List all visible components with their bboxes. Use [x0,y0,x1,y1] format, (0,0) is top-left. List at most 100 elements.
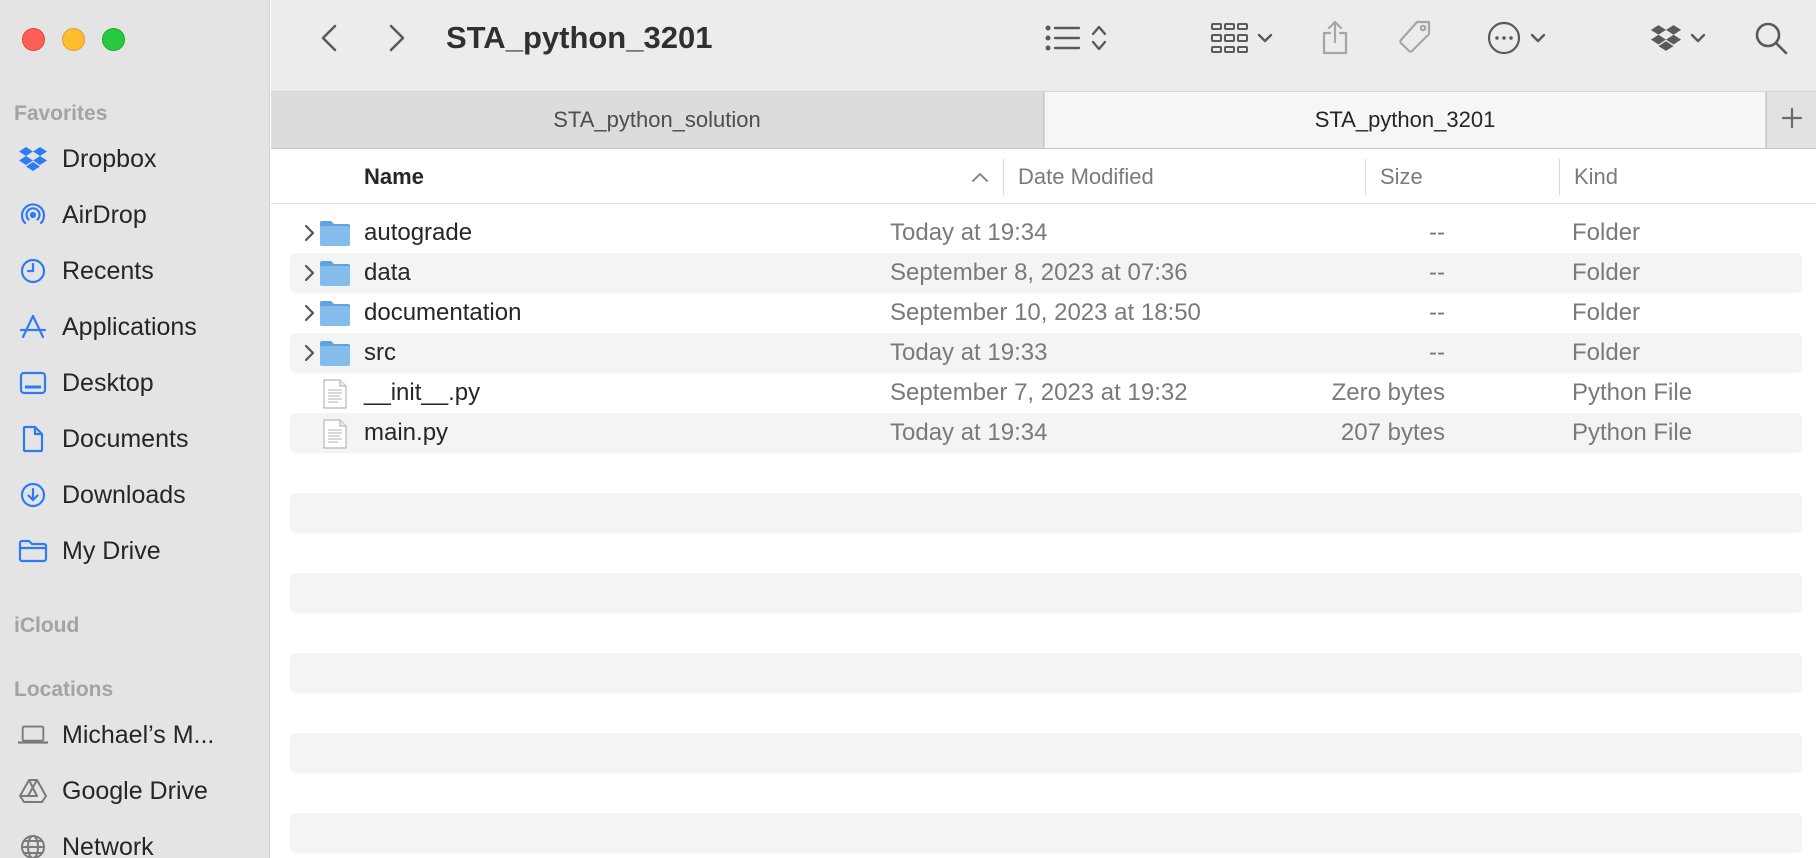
more-actions-button[interactable] [1479,20,1553,60]
column-header-row: Name Date Modified Size Kind [271,149,1816,204]
disclosure-chevron-icon[interactable] [297,341,321,365]
desktop-icon [18,368,48,398]
sidebar-item-label: Network [62,832,154,858]
file-name: autograde [364,219,473,246]
sidebar-item-google-drive[interactable]: Google Drive [0,766,268,816]
column-header-date-modified[interactable]: Date Modified [1018,149,1154,204]
disclosure-chevron-icon[interactable] [297,221,321,245]
file-size: -- [1429,259,1445,286]
view-mode-button[interactable] [1035,20,1117,60]
chevron-left-icon [320,23,338,58]
empty-row [290,573,1802,613]
file-row-documentation[interactable]: documentation September 10, 2023 at 18:5… [290,293,1802,333]
sidebar-item-this-mac[interactable]: Michael’s M... [0,710,268,760]
zoom-window-button[interactable] [102,28,125,51]
folder-icon [319,339,351,367]
share-icon [1320,20,1350,61]
list-view-icon [1045,24,1081,57]
file-row-autograde[interactable]: autograde Today at 19:34 -- Folder [290,213,1802,253]
download-icon [18,480,48,510]
group-button[interactable] [1205,20,1279,60]
applications-icon [18,312,48,342]
sidebar-item-network[interactable]: Network [0,822,268,858]
file-row-data[interactable]: data September 8, 2023 at 07:36 -- Folde… [290,253,1802,293]
sidebar-item-label: Documents [62,424,189,453]
google-drive-icon [18,776,48,806]
empty-row [290,813,1802,853]
file-date: September 10, 2023 at 18:50 [890,299,1201,326]
file-size: -- [1429,219,1445,246]
column-divider[interactable] [1559,159,1560,195]
file-date: Today at 19:33 [890,339,1048,366]
file-name: __init__.py [364,379,481,406]
sidebar-item-my-drive[interactable]: My Drive [0,526,268,576]
column-header-kind[interactable]: Kind [1574,149,1618,204]
tag-button[interactable] [1393,18,1437,62]
sort-ascending-icon [971,149,989,204]
sidebar-item-recents[interactable]: Recents [0,246,268,296]
file-kind: Python File [1572,379,1693,406]
file-kind: Folder [1572,299,1641,326]
sidebar-item-label: Dropbox [62,144,157,173]
window-controls [22,28,125,51]
column-header-name[interactable]: Name [364,149,424,204]
sidebar-item-label: My Drive [62,536,161,565]
search-button[interactable] [1751,20,1791,60]
file-kind: Python File [1572,419,1693,446]
tab-label: STA_python_solution [553,107,761,132]
empty-row [290,653,1802,693]
file-size: Zero bytes [1331,379,1445,406]
dropbox-menu-button[interactable] [1643,20,1713,60]
search-icon [1754,21,1788,60]
locations-section-label[interactable]: Locations [14,678,113,702]
file-list: autograde Today at 19:34 -- Folder data … [271,204,1816,858]
toolbar: STA_python_3201 [271,0,1816,92]
close-window-button[interactable] [22,28,45,51]
sidebar-item-airdrop[interactable]: AirDrop [0,190,268,240]
sidebar-item-downloads[interactable]: Downloads [0,470,268,520]
column-header-size[interactable]: Size [1380,149,1423,204]
tab-sta-python-solution[interactable]: STA_python_solution [271,92,1044,148]
sidebar-item-label: Applications [62,312,197,341]
new-tab-button[interactable] [1766,92,1816,148]
file-kind: Folder [1572,339,1641,366]
sidebar-item-documents[interactable]: Documents [0,414,268,464]
tab-sta-python-3201[interactable]: STA_python_3201 [1045,92,1765,148]
sidebar-item-applications[interactable]: Applications [0,302,268,352]
tag-icon [1396,19,1434,62]
sidebar-item-label: Google Drive [62,776,208,805]
ellipsis-circle-icon [1486,20,1522,61]
favorites-section-label: Favorites [14,102,108,125]
chevron-down-icon [1257,31,1273,49]
plus-icon [1781,107,1803,134]
file-size: -- [1429,299,1445,326]
file-row-main-py[interactable]: main.py Today at 19:34 207 bytes Python … [290,413,1802,453]
column-divider[interactable] [1003,159,1004,195]
file-row-src[interactable]: src Today at 19:33 -- Folder [290,333,1802,373]
file-row-init-py[interactable]: __init__.py September 7, 2023 at 19:32 Z… [290,373,1802,413]
chevron-down-icon [1690,31,1706,49]
file-name: main.py [364,419,449,446]
dropbox-icon [18,144,48,174]
sort-updown-icon [1091,24,1107,57]
sidebar-item-dropbox[interactable]: Dropbox [0,134,268,184]
minimize-window-button[interactable] [62,28,85,51]
tab-label: STA_python_3201 [1314,107,1496,132]
file-size: 207 bytes [1340,419,1445,446]
share-button[interactable] [1315,18,1355,62]
disclosure-chevron-icon[interactable] [297,301,321,325]
python-file-icon [319,379,351,409]
sidebar-item-desktop[interactable]: Desktop [0,358,268,408]
file-name: documentation [364,299,522,326]
folder-icon [18,536,48,566]
column-divider[interactable] [1365,159,1366,195]
file-name: src [364,339,396,366]
icloud-section-label[interactable]: iCloud [14,614,79,638]
disclosure-chevron-icon[interactable] [297,261,321,285]
sidebar-item-label: Downloads [62,480,186,509]
file-date: Today at 19:34 [890,419,1048,446]
globe-icon [18,832,48,858]
forward-button[interactable] [379,22,415,58]
back-button[interactable] [311,22,347,58]
file-date: September 7, 2023 at 19:32 [890,379,1188,406]
